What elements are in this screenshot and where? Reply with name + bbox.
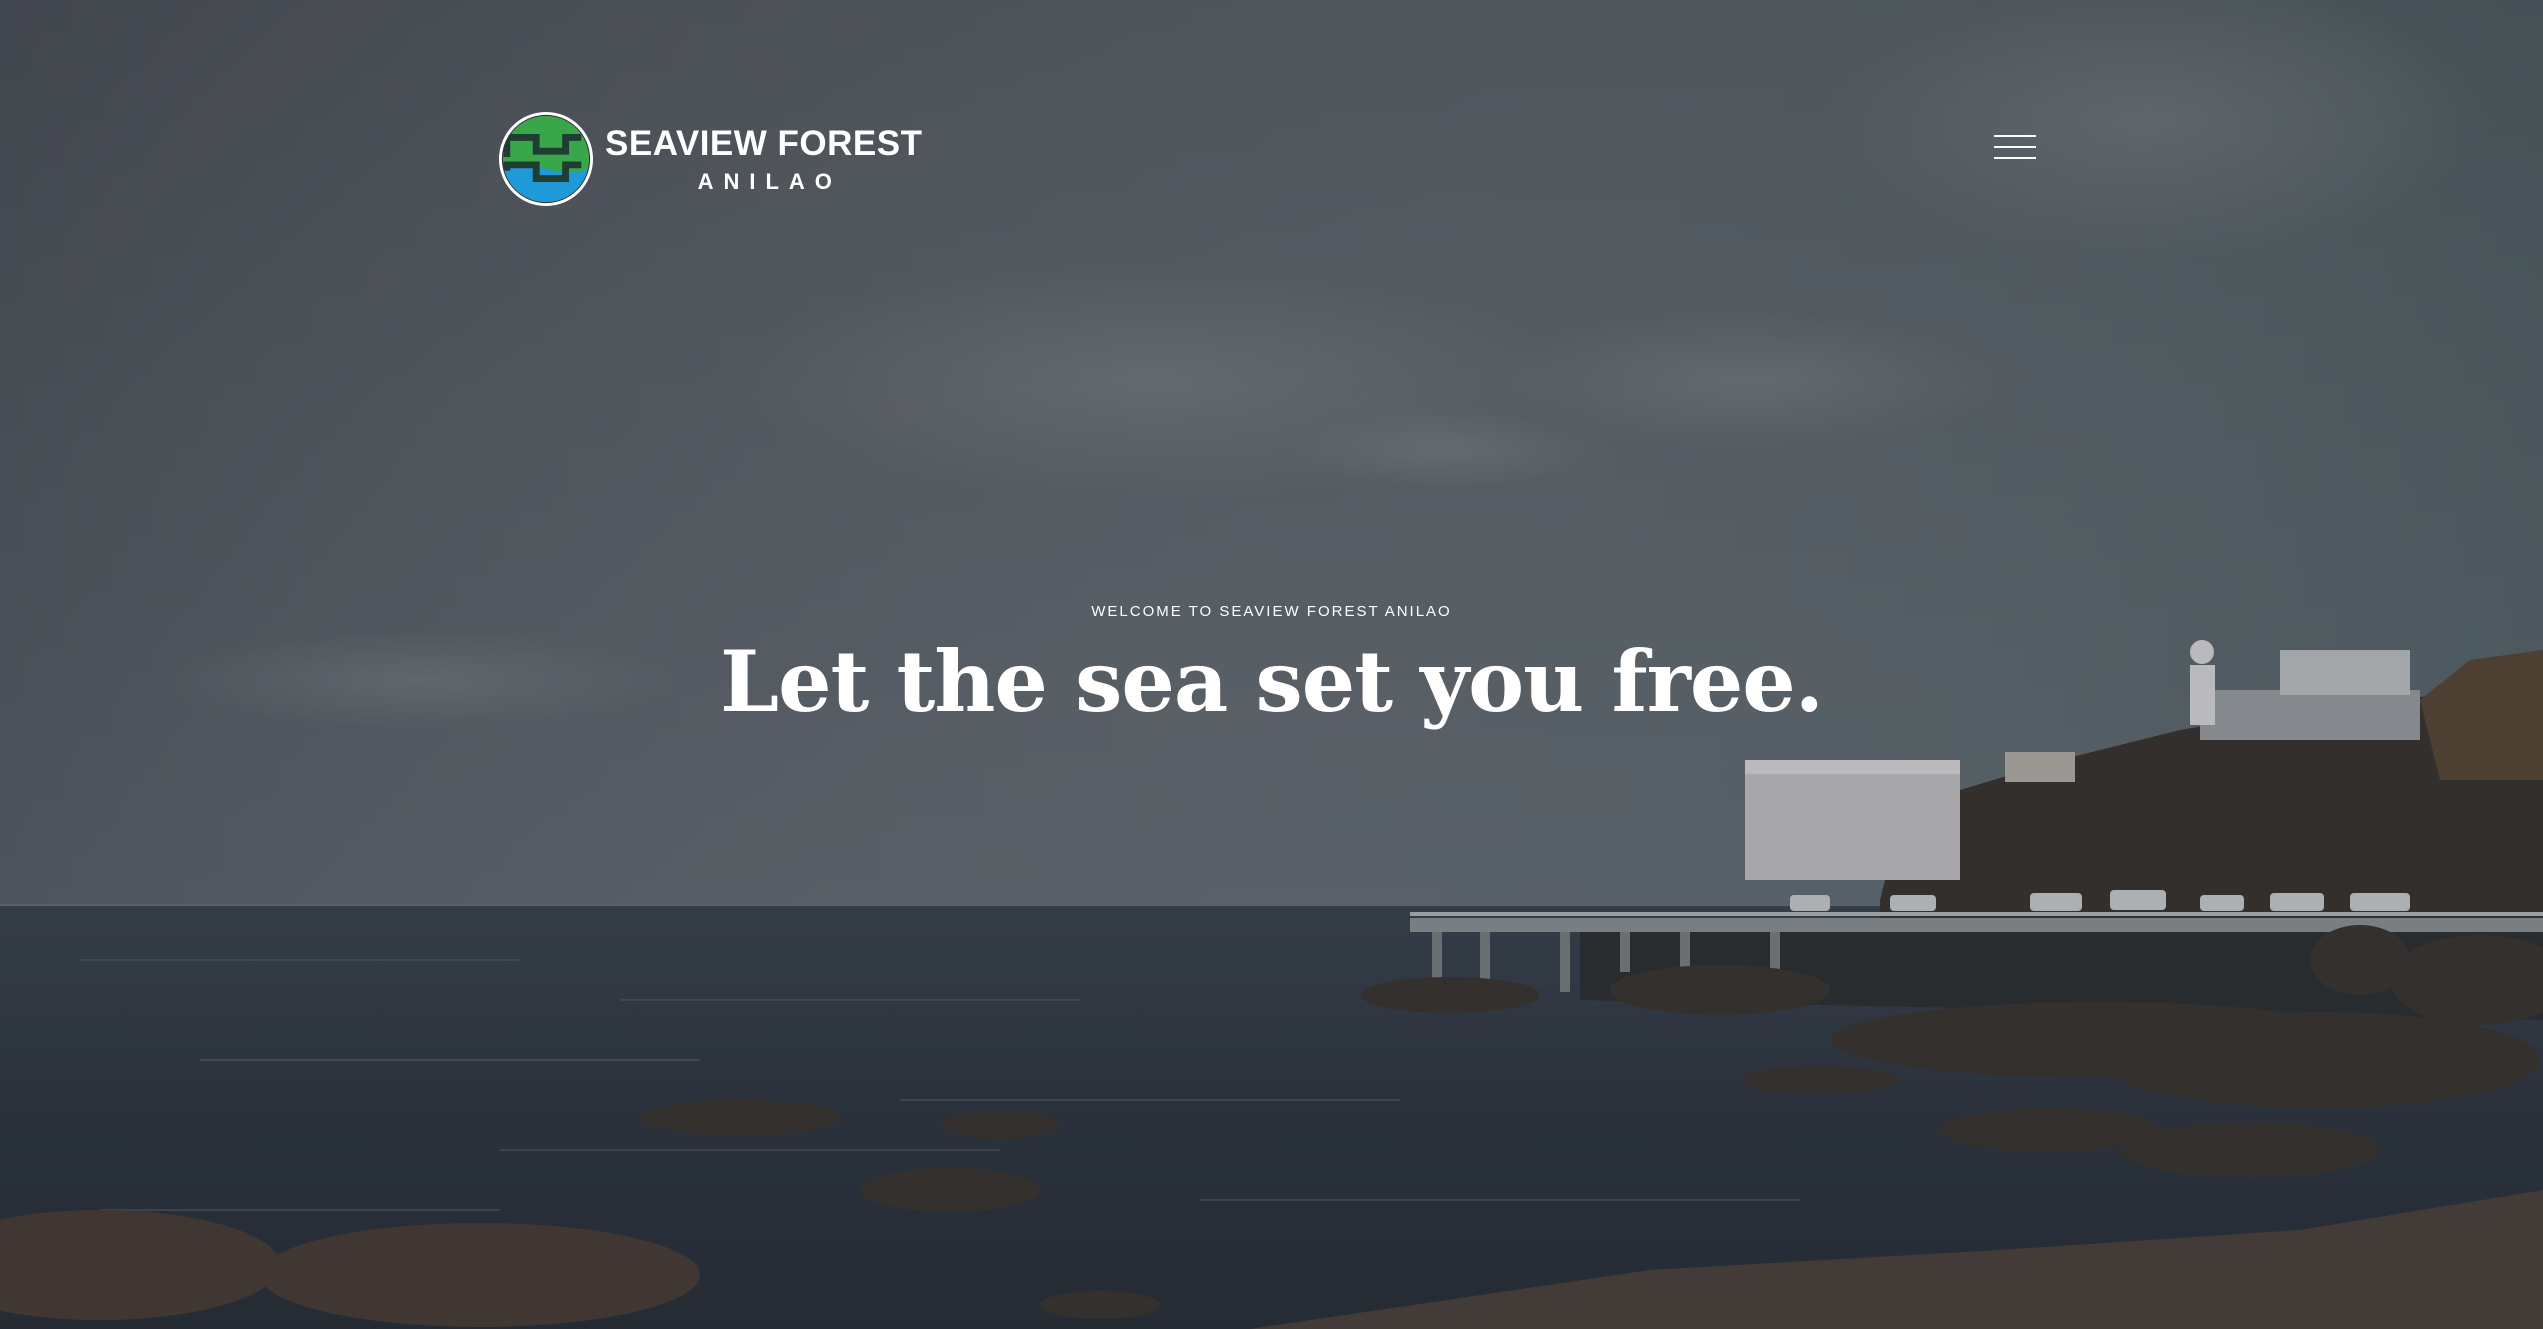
hero-tagline: WELCOME TO SEAVIEW FOREST ANILAO (1091, 603, 1452, 620)
hero-headline: Let the sea set you free. (720, 632, 1824, 731)
brand-logo-link[interactable]: SEAVIEW FOREST ANILAO (497, 110, 923, 208)
brand-subtitle: ANILAO (697, 168, 842, 194)
menu-line (1994, 146, 2036, 148)
seaview-forest-logo-icon (498, 111, 594, 207)
hero-section: SEAVIEW FOREST ANILAO WELCOME TO SEAVIEW… (0, 0, 2543, 1329)
brand-wordmark: SEAVIEW FOREST ANILAO (605, 126, 923, 193)
menu-line (1994, 157, 2036, 159)
menu-line (1994, 135, 2036, 137)
brand-name: SEAVIEW FOREST (605, 123, 923, 163)
hamburger-menu-icon[interactable] (1994, 133, 2036, 161)
